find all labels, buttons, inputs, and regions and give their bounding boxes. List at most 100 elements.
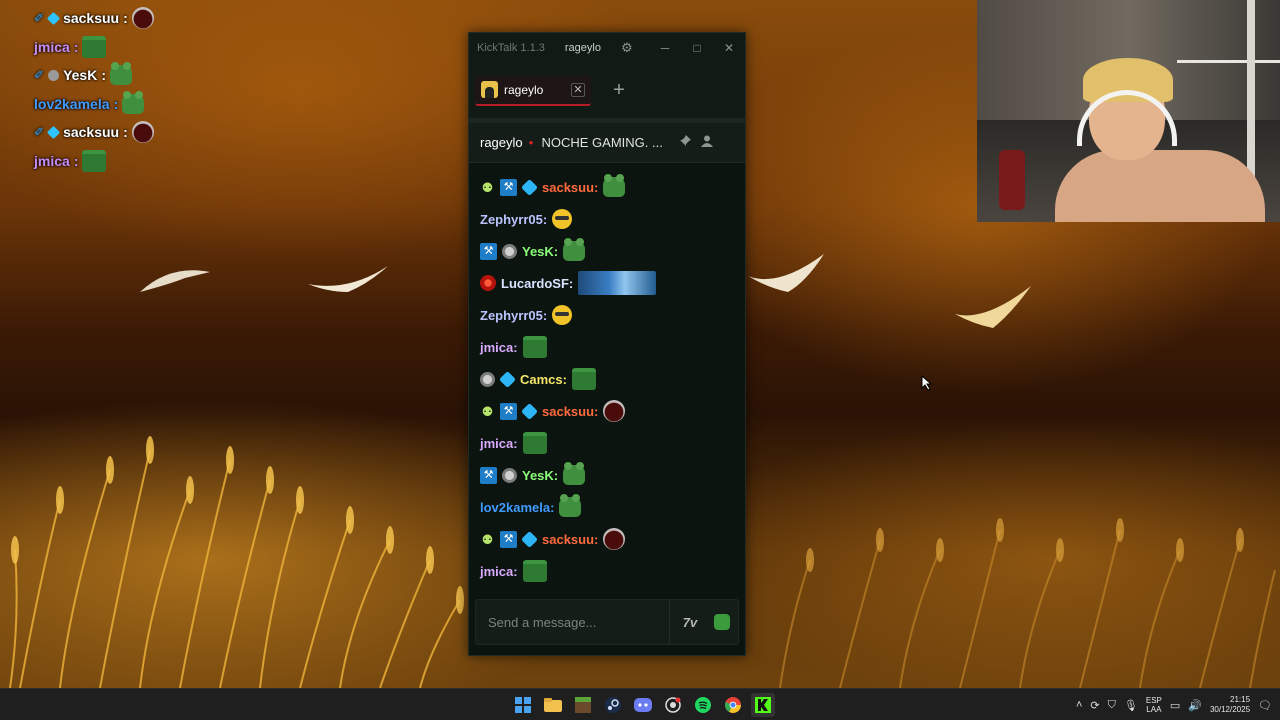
overlay-chat-row: jmica: <box>34 33 154 62</box>
chat-username[interactable]: jmica: <box>480 340 518 355</box>
message-input[interactable]: Send a message... <box>476 600 670 644</box>
minecraft-icon[interactable] <box>571 693 595 717</box>
volume-icon[interactable]: 🔊 <box>1188 699 1202 712</box>
gray-badge-icon <box>502 467 517 483</box>
circle-emote-icon <box>131 7 154 30</box>
bird-1 <box>140 270 210 292</box>
cars-emote-icon <box>578 271 657 295</box>
streamer <box>1055 50 1265 222</box>
language-indicator[interactable]: ESP LAA <box>1146 696 1162 714</box>
tab-close-icon[interactable]: ✕ <box>571 82 585 97</box>
chat-username[interactable]: sacksuu: <box>542 180 598 195</box>
chat-message[interactable]: Zephyrr05: <box>480 303 573 327</box>
chrome-icon[interactable] <box>721 693 745 717</box>
kicktalk-window: KickTalk 1.1.3 rageylo ⚙ ─ □ ✕ rageylo ✕… <box>468 32 746 656</box>
system-tray: ˄ ⟳ ⛉ 🎙 ESP LAA ▭ 🔊 21:15 30/12/2025 🗨 <box>1076 691 1272 719</box>
frog-emote-icon <box>603 174 626 197</box>
frog-emote-icon <box>109 62 132 86</box>
overlay-username: sacksuu <box>63 124 120 141</box>
chat-message[interactable]: Camcs: <box>480 367 596 391</box>
obs-icon[interactable] <box>661 693 685 717</box>
tab-label: rageylo <box>504 82 544 97</box>
chat-username[interactable]: jmica: <box>480 436 518 451</box>
block-emote-icon <box>82 149 107 172</box>
clock-time: 21:15 <box>1230 695 1251 704</box>
title-bar[interactable]: KickTalk 1.1.3 rageylo ⚙ ─ □ ✕ <box>469 33 745 63</box>
app-title: KickTalk 1.1.3 <box>477 42 545 54</box>
steam-icon[interactable] <box>601 693 625 717</box>
moderator-badge-icon: ⚒ <box>500 178 517 196</box>
emote-picker-button[interactable] <box>706 608 738 636</box>
chat-message[interactable]: Zephyrr05: <box>480 207 573 231</box>
user-icon[interactable] <box>701 135 714 150</box>
block-emote-icon <box>522 560 547 582</box>
chat-message[interactable]: ⚒ YesK: <box>480 238 586 263</box>
cube-badge-icon <box>46 125 61 139</box>
overlay-colon: : <box>113 95 119 112</box>
lang-bottom: LAA <box>1146 705 1162 714</box>
overlay-chat-row: ✐ sacksuu: <box>34 4 154 33</box>
chat-message[interactable]: lov2kamela: <box>480 494 582 519</box>
overlay-chat-row: lov2kamela: <box>34 90 154 119</box>
block-emote-icon <box>82 35 107 58</box>
chat-username[interactable]: YesK: <box>522 468 558 483</box>
notifications-icon[interactable]: 🗨 <box>1258 699 1272 712</box>
chat-message[interactable]: ⚒ YesK: <box>480 462 586 487</box>
microphone-icon[interactable]: 🎙 <box>1124 699 1138 712</box>
spotify-icon[interactable] <box>691 693 715 717</box>
chat-message[interactable]: ⚉ ⚒ sacksuu: <box>480 399 626 423</box>
pin-icon[interactable] <box>679 135 692 150</box>
chat-username[interactable]: Zephyrr05: <box>480 212 547 227</box>
channel-avatar <box>481 81 498 98</box>
chat-username[interactable]: jmica: <box>480 564 518 579</box>
moderator-badge-icon: ⚒ <box>500 530 517 548</box>
circle-emote-icon <box>131 121 154 144</box>
chat-message[interactable]: jmica: <box>480 559 547 583</box>
chat-message[interactable]: jmica: <box>480 431 547 455</box>
windows-start-icon[interactable] <box>511 693 535 717</box>
7tv-emote-button[interactable]: 7v <box>674 608 706 636</box>
chat-messages[interactable]: ⚉ ⚒ sacksuu: Zephyrr05: ⚒ YesK: LucardoSF: Zeph… <box>469 163 745 595</box>
kick-icon[interactable] <box>751 693 775 717</box>
cube-badge-icon <box>499 370 516 388</box>
minimize-button[interactable]: ─ <box>649 41 681 55</box>
overlay-chat-row: ✐ sacksuu: <box>34 118 154 147</box>
gray-badge-icon <box>48 69 60 81</box>
block-emote-icon <box>571 368 596 390</box>
chat-username[interactable]: LucardoSF: <box>501 276 573 291</box>
overlay-username: jmica <box>34 152 70 169</box>
settings-gear-icon[interactable]: ⚙ <box>621 40 633 56</box>
live-indicator-icon: ● <box>528 138 534 147</box>
discord-icon[interactable] <box>631 693 655 717</box>
chat-message[interactable]: ⚉ ⚒ sacksuu: <box>480 174 626 199</box>
frog-emote-icon <box>559 494 582 517</box>
network-icon[interactable]: ▭ <box>1170 699 1180 712</box>
file-explorer-icon[interactable] <box>541 693 565 717</box>
red-badge-icon <box>480 275 496 291</box>
chat-username[interactable]: sacksuu: <box>542 532 598 547</box>
gray-badge-icon <box>480 371 495 387</box>
chat-username[interactable]: sacksuu: <box>542 404 598 419</box>
moderator-badge-icon: ✐ <box>34 68 45 83</box>
chevron-up-icon[interactable]: ˄ <box>1076 699 1082 711</box>
chat-message[interactable]: LucardoSF: <box>480 271 657 295</box>
tab-rageylo[interactable]: rageylo ✕ <box>475 75 591 106</box>
close-button[interactable]: ✕ <box>713 41 745 55</box>
chat-username[interactable]: Zephyrr05: <box>480 308 547 323</box>
bot-badge-icon: ⚉ <box>481 179 494 195</box>
shield-icon[interactable]: ⛉ <box>1108 699 1116 712</box>
moderator-badge-icon: ✐ <box>34 125 45 140</box>
chat-username[interactable]: lov2kamela: <box>480 500 554 515</box>
chat-message[interactable]: ⚉ ⚒ sacksuu: <box>480 527 626 551</box>
add-tab-button[interactable]: + <box>605 77 633 105</box>
cube-badge-icon <box>521 402 538 420</box>
sync-icon[interactable]: ⟳ <box>1090 699 1099 712</box>
chat-username[interactable]: YesK: <box>522 244 558 259</box>
clock-date: 30/12/2025 <box>1209 705 1251 714</box>
stream-overlay-chat: ✐ sacksuu: jmica: ✐ YesK: lov2kamela: ✐ sacksuu… <box>34 4 154 175</box>
chat-message[interactable]: jmica: <box>480 335 547 359</box>
maximize-button[interactable]: □ <box>681 41 713 55</box>
moderator-badge-icon: ⚒ <box>500 402 517 420</box>
chat-username[interactable]: Camcs: <box>520 372 567 387</box>
clock[interactable]: 21:15 30/12/2025 <box>1210 695 1250 715</box>
